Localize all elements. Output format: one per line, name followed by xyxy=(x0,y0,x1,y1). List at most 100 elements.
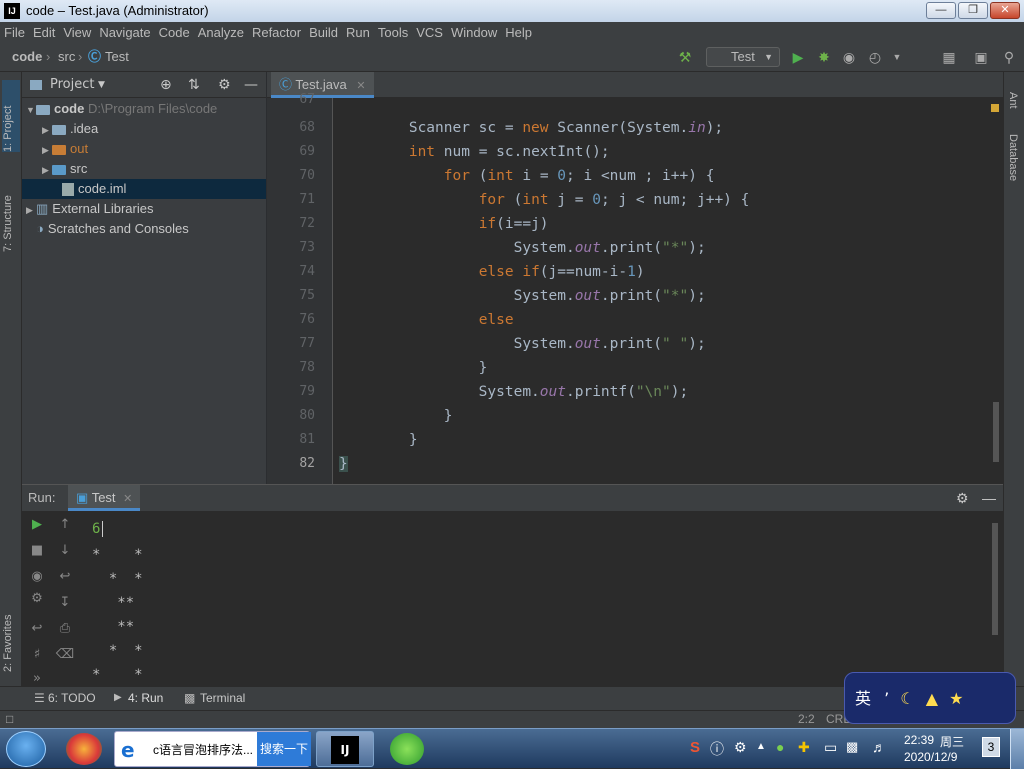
moon-icon[interactable]: ☾ xyxy=(900,689,914,708)
tab-favorites[interactable]: 2: Favorites xyxy=(2,592,14,672)
close-window-button[interactable]: ✕ xyxy=(990,2,1020,19)
clock-date[interactable]: 2020/12/9 xyxy=(904,750,957,764)
up-arrow-icon[interactable]: ↑ xyxy=(54,515,76,535)
down-arrow-icon[interactable]: ↓ xyxy=(54,541,76,561)
shirt-icon[interactable]: ▲ xyxy=(926,689,938,708)
tab-structure[interactable]: 7: Structure xyxy=(2,168,14,252)
project-structure-icon[interactable]: ▦ xyxy=(940,47,958,67)
caret-position[interactable]: 2:2 xyxy=(798,711,815,727)
help-icon[interactable]: ⓘ xyxy=(710,739,724,759)
tab-database[interactable]: Database xyxy=(1007,134,1019,214)
stop-icon[interactable]: ■ xyxy=(26,541,48,561)
hide-panel-icon[interactable]: — xyxy=(982,485,996,511)
console-input[interactable]: 6 xyxy=(92,517,104,541)
start-button[interactable] xyxy=(6,731,46,767)
console-scrollbar[interactable] xyxy=(992,523,998,635)
gear-icon[interactable]: ⚙ xyxy=(956,485,969,511)
code-line[interactable]: } xyxy=(339,428,418,452)
menu-window[interactable]: Window xyxy=(451,25,497,40)
menu-edit[interactable]: Edit xyxy=(33,25,55,40)
code-line[interactable]: int num = sc.nextInt(); xyxy=(339,140,610,164)
code-line[interactable]: for (int i = 0; i <num ; i++) { xyxy=(339,164,715,188)
soft-wrap-icon[interactable]: ↩ xyxy=(54,567,76,587)
settings-tray-icon[interactable]: ⚙ xyxy=(734,739,747,756)
code-line[interactable]: if(i==j) xyxy=(339,212,549,236)
camera-icon[interactable]: ◉ xyxy=(26,567,48,587)
breadcrumb-file[interactable]: Test xyxy=(105,44,129,70)
menu-analyze[interactable]: Analyze xyxy=(198,25,244,40)
breadcrumb-folder[interactable]: src xyxy=(58,44,75,70)
volume-icon[interactable]: ♬ xyxy=(872,739,886,755)
tab-ant[interactable]: Ant xyxy=(1007,92,1019,122)
menu-refactor[interactable]: Refactor xyxy=(252,25,301,40)
collapse-all-icon[interactable]: ⇅ xyxy=(188,72,200,98)
clear-trash-icon[interactable]: ⌫ xyxy=(54,645,76,665)
star-icon[interactable]: ★ xyxy=(949,689,963,708)
show-desktop-button[interactable] xyxy=(1010,729,1024,769)
run-icon[interactable]: ▶ xyxy=(789,47,807,67)
intellij-task[interactable]: IJ xyxy=(316,731,374,767)
tab-run[interactable]: 4: Run xyxy=(128,687,163,709)
run-configuration-select[interactable]: Test ▼ xyxy=(706,47,780,67)
minimize-button[interactable]: — xyxy=(926,2,956,19)
code-line[interactable]: } xyxy=(339,356,488,380)
menu-file[interactable]: File xyxy=(4,25,25,40)
maximize-button[interactable]: ❐ xyxy=(958,2,988,19)
run-tab-test[interactable]: ▣ Test ✕ xyxy=(68,485,141,511)
plus-tray-icon[interactable]: ✚ xyxy=(798,739,810,756)
close-tab-icon[interactable]: ✕ xyxy=(356,80,365,92)
browser-360-icon[interactable] xyxy=(66,733,102,765)
menu-view[interactable]: View xyxy=(63,25,91,40)
tree-item-code[interactable]: ▼ code D:\Program Files\code xyxy=(22,99,266,119)
tree-item-src[interactable]: ▶ src xyxy=(22,159,266,179)
ime-language-toggle[interactable]: 英 xyxy=(855,689,871,708)
show-hidden-icons[interactable]: ▲ xyxy=(756,741,766,752)
rerun-icon[interactable]: ▶ xyxy=(26,515,48,535)
scroll-to-end-icon[interactable]: ↧ xyxy=(54,593,76,613)
hide-panel-icon[interactable]: — xyxy=(244,72,258,98)
print-icon[interactable]: ⎙ xyxy=(54,619,76,639)
tree-item-code-iml[interactable]: code.iml xyxy=(22,179,266,199)
menu-run[interactable]: Run xyxy=(346,25,370,40)
chevron-down-icon[interactable]: ▼ xyxy=(98,72,105,98)
tree-item-external-libraries[interactable]: ▶ ▥ External Libraries xyxy=(22,199,266,219)
code-line[interactable]: System.out.print(" "); xyxy=(339,332,706,356)
project-panel-title[interactable]: Project xyxy=(50,72,94,98)
code-line[interactable]: System.out.printf("\n"); xyxy=(339,380,689,404)
menu-code[interactable]: Code xyxy=(159,25,190,40)
signal-icon[interactable]: ▩ xyxy=(846,739,858,755)
coverage-icon[interactable]: ◉ xyxy=(840,47,858,67)
exit-icon[interactable]: ↩ xyxy=(26,619,48,639)
tab-todo[interactable]: 6: TODO xyxy=(48,687,96,709)
code-line[interactable]: System.out.print("*"); xyxy=(339,284,706,308)
browser-task[interactable]: e c语言冒泡排序法... 搜索一下 xyxy=(114,731,311,767)
tab-terminal[interactable]: Terminal xyxy=(200,687,245,709)
network-green-icon[interactable]: ● xyxy=(776,739,784,755)
search-button[interactable]: 搜索一下 xyxy=(257,732,311,766)
menu-vcs[interactable]: VCS xyxy=(416,25,443,40)
close-tab-icon[interactable]: ✕ xyxy=(123,493,132,505)
build-hammer-icon[interactable]: ⚒ xyxy=(676,47,694,67)
code-line[interactable]: } xyxy=(339,452,348,476)
clock-weekday[interactable]: 周三 xyxy=(940,733,964,750)
locate-target-icon[interactable]: ⊕ xyxy=(160,72,172,98)
code-line[interactable]: System.out.print("*"); xyxy=(339,236,706,260)
gear-icon[interactable]: ⚙ xyxy=(218,72,231,98)
menu-navigate[interactable]: Navigate xyxy=(99,25,150,40)
search-icon[interactable]: ⚲ xyxy=(1000,47,1018,67)
code-line[interactable]: else xyxy=(339,308,514,332)
notification-badge[interactable]: 3 xyxy=(982,737,1000,757)
tree-item-idea[interactable]: ▶ .idea xyxy=(22,119,266,139)
settings-icon[interactable]: ⚙ xyxy=(26,589,48,609)
tree-item-scratches[interactable]: ◑ Scratches and Consoles xyxy=(22,219,266,239)
punctuation-icon[interactable]: ’ xyxy=(884,689,889,708)
sogou-icon[interactable]: S xyxy=(690,739,700,756)
menu-build[interactable]: Build xyxy=(309,25,338,40)
code-line[interactable]: Scanner sc = new Scanner(System.in); xyxy=(339,116,723,140)
profile-icon[interactable]: ◴ xyxy=(866,47,884,67)
menu-help[interactable]: Help xyxy=(505,25,532,40)
ime-toolbar[interactable]: 英 ’ ☾ ▲ ★ xyxy=(844,672,1016,724)
chevron-down-icon[interactable]: ▼ xyxy=(888,47,906,67)
editor-scrollbar[interactable] xyxy=(993,402,999,462)
code-line[interactable]: for (int j = 0; j < num; j++) { xyxy=(339,188,750,212)
